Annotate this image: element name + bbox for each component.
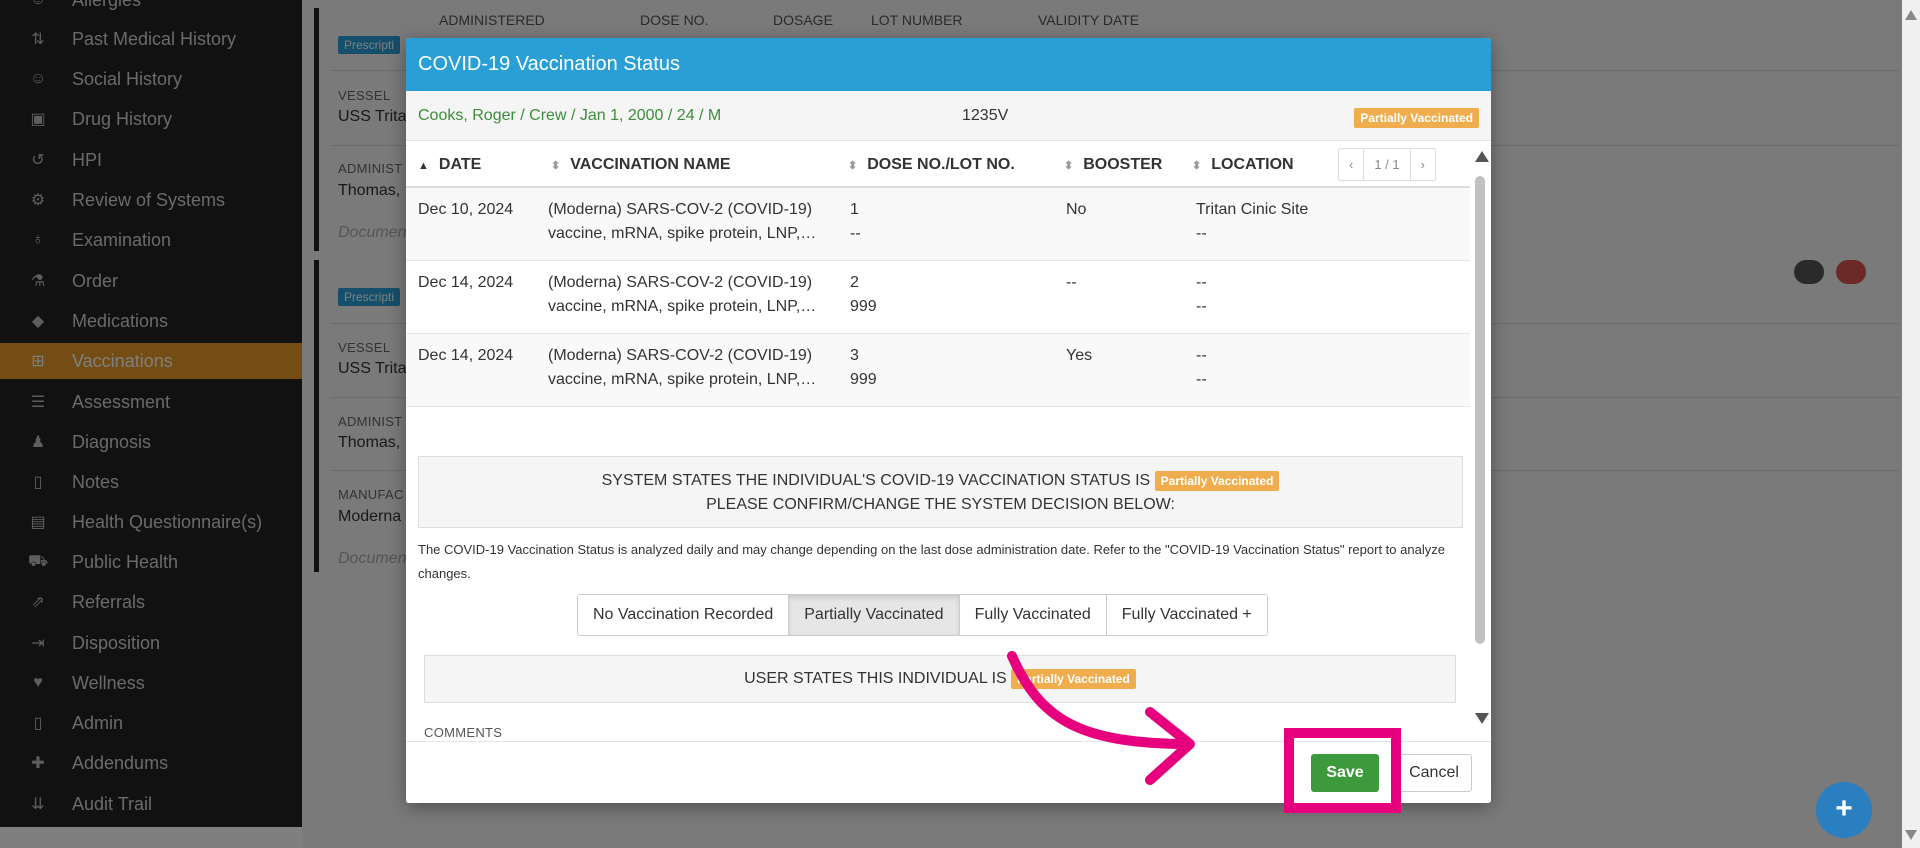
- dose-number: 3: [850, 347, 859, 364]
- vaccination-name-line: vaccine, mRNA, spike protein, LNP,…: [548, 298, 817, 315]
- vaccination-name-cell: (Moderna) SARS-COV-2 (COVID-19) vaccine, …: [548, 198, 848, 246]
- scroll-thumb[interactable]: [1475, 176, 1485, 644]
- option-fully-vaccinated-button[interactable]: Fully Vaccinated: [959, 595, 1107, 635]
- pagination: ‹ 1 / 1 ›: [1338, 148, 1436, 181]
- analysis-note: The COVID-19 Vaccination Status is analy…: [418, 542, 1445, 581]
- column-label: VACCINATION NAME: [570, 156, 731, 173]
- location-line: --: [1196, 225, 1207, 242]
- status-badge: Partially Vaccinated: [1354, 108, 1479, 128]
- system-statement: SYSTEM STATES THE INDIVIDUAL'S COVID-19 …: [601, 472, 1151, 489]
- patient-info-row: Cooks, Roger / Crew / Jan 1, 2000 / 24 /…: [406, 91, 1491, 141]
- system-status-box: SYSTEM STATES THE INDIVIDUAL'S COVID-19 …: [418, 456, 1463, 528]
- dose-number: 1: [850, 201, 859, 218]
- modal-header: COVID-19 Vaccination Status: [406, 38, 1491, 91]
- table-row[interactable]: Dec 10, 2024 (Moderna) SARS-COV-2 (COVID…: [406, 188, 1470, 261]
- prev-page-button[interactable]: ‹: [1339, 149, 1365, 180]
- table-header: ▲ DATE ⬍ VACCINATION NAME ⬍ DOSE NO./LOT NO…: [406, 141, 1470, 188]
- user-status-box: USER STATES THIS INDIVIDUAL IS Partially…: [424, 655, 1456, 703]
- column-header-date[interactable]: ▲ DATE: [418, 156, 481, 174]
- booster-cell: --: [1066, 274, 1077, 291]
- sort-icon: ⬍: [848, 160, 858, 172]
- sort-icon: ⬍: [1192, 160, 1202, 172]
- option-fully-vaccinated-plus-button[interactable]: Fully Vaccinated +: [1106, 595, 1267, 635]
- status-badge: Partially Vaccinated: [1154, 471, 1280, 491]
- vaccination-name-line: (Moderna) SARS-COV-2 (COVID-19): [548, 347, 813, 364]
- patient-id: 1235V: [962, 107, 1009, 124]
- modal-body: ▲ DATE ⬍ VACCINATION NAME ⬍ DOSE NO./LOT NO…: [406, 141, 1491, 741]
- location-cell: -- --: [1196, 344, 1207, 392]
- column-header-booster[interactable]: ⬍ BOOSTER: [1064, 156, 1162, 174]
- vaccination-status-modal: COVID-19 Vaccination Status Cooks, Roger…: [406, 38, 1491, 803]
- location-line: --: [1196, 298, 1207, 315]
- table-row[interactable]: Dec 14, 2024 (Moderna) SARS-COV-2 (COVID…: [406, 334, 1470, 407]
- date-cell: Dec 14, 2024: [418, 347, 514, 364]
- column-label: DATE: [438, 156, 482, 173]
- location-cell: Tritan Cinic Site --: [1196, 198, 1308, 246]
- add-fab-button[interactable]: +: [1816, 782, 1872, 838]
- page-indicator: 1 / 1: [1364, 149, 1411, 180]
- save-highlight-box: [1284, 728, 1401, 813]
- vaccination-name-cell: (Moderna) SARS-COV-2 (COVID-19) vaccine, …: [548, 271, 848, 319]
- option-partially-vaccinated-button[interactable]: Partially Vaccinated: [789, 595, 960, 635]
- status-badge: Partially Vaccinated: [1011, 669, 1136, 689]
- system-statement-line: SYSTEM STATES THE INDIVIDUAL'S COVID-19 …: [419, 469, 1462, 493]
- vaccination-name-line: (Moderna) SARS-COV-2 (COVID-19): [548, 274, 813, 291]
- patient-name: Cooks, Roger / Crew / Jan 1, 2000 / 24 /…: [418, 107, 722, 124]
- page-scrollbar[interactable]: [1902, 0, 1920, 848]
- booster-cell: No: [1066, 201, 1087, 218]
- column-header-dose-lot[interactable]: ⬍ DOSE NO./LOT NO.: [848, 156, 1015, 174]
- table-row[interactable]: Dec 14, 2024 (Moderna) SARS-COV-2 (COVID…: [406, 261, 1470, 334]
- lot-number: 999: [850, 371, 877, 388]
- vaccination-name-line: vaccine, mRNA, spike protein, LNP,…: [548, 371, 817, 388]
- location-line: --: [1196, 347, 1207, 364]
- dose-number: 2: [850, 274, 859, 291]
- next-page-button[interactable]: ›: [1411, 149, 1435, 180]
- column-header-location[interactable]: ⬍ LOCATION: [1192, 156, 1294, 174]
- confirm-text: PLEASE CONFIRM/CHANGE THE SYSTEM DECISIO…: [706, 496, 1175, 513]
- dose-lot-cell: 3 999: [850, 344, 877, 392]
- location-line: --: [1196, 274, 1207, 291]
- location-line: Tritan Cinic Site: [1196, 201, 1309, 218]
- scroll-down-icon[interactable]: [1905, 830, 1917, 840]
- lot-number: 999: [850, 298, 877, 315]
- location-cell: -- --: [1196, 271, 1207, 319]
- dose-lot-cell: 1 --: [850, 198, 861, 246]
- status-option-group: No Vaccination Recorded Partially Vaccin…: [577, 594, 1268, 636]
- sort-icon: ⬍: [1064, 160, 1074, 172]
- column-label: LOCATION: [1211, 156, 1294, 173]
- lot-number: --: [850, 225, 861, 242]
- user-statement: USER STATES THIS INDIVIDUAL IS: [744, 670, 1007, 687]
- cancel-button[interactable]: Cancel: [1396, 754, 1472, 792]
- scroll-down-icon[interactable]: [1475, 713, 1489, 724]
- date-cell: Dec 14, 2024: [418, 274, 514, 291]
- modal-scrollbar[interactable]: [1470, 141, 1491, 741]
- sort-asc-icon: ▲: [418, 160, 429, 172]
- vaccination-name-cell: (Moderna) SARS-COV-2 (COVID-19) vaccine, …: [548, 344, 848, 392]
- scroll-up-icon[interactable]: [1905, 10, 1917, 20]
- column-label: DOSE NO./LOT NO.: [867, 156, 1015, 173]
- modal-title: COVID-19 Vaccination Status: [418, 53, 680, 75]
- vaccination-name-line: (Moderna) SARS-COV-2 (COVID-19): [548, 201, 813, 218]
- comments-label: COMMENTS: [424, 725, 503, 740]
- vaccination-name-line: vaccine, mRNA, spike protein, LNP,…: [548, 225, 817, 242]
- column-label: BOOSTER: [1083, 156, 1163, 173]
- column-header-vaccination-name[interactable]: ⬍ VACCINATION NAME: [551, 156, 731, 174]
- location-line: --: [1196, 371, 1207, 388]
- sort-icon: ⬍: [551, 160, 561, 172]
- booster-cell: Yes: [1066, 347, 1093, 364]
- scroll-up-icon[interactable]: [1475, 151, 1489, 162]
- option-no-vaccination-button[interactable]: No Vaccination Recorded: [578, 595, 790, 635]
- date-cell: Dec 10, 2024: [418, 201, 514, 218]
- dose-lot-cell: 2 999: [850, 271, 877, 319]
